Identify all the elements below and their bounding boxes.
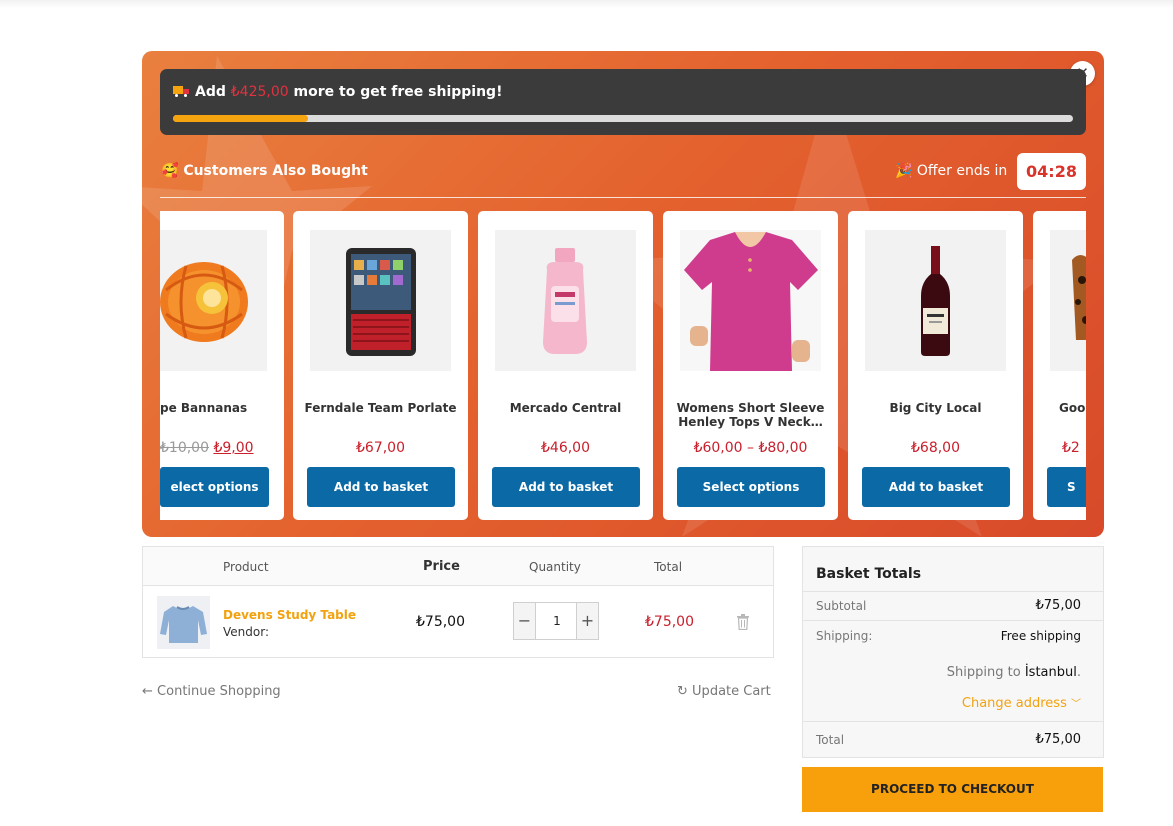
- product-image-vase[interactable]: [1050, 230, 1086, 371]
- product-image-oranges[interactable]: [160, 230, 267, 371]
- select-options-button[interactable]: Select options: [677, 467, 825, 507]
- shipping-to-city: İstanbul: [1024, 665, 1077, 680]
- party-popper-icon: 🎉: [895, 163, 913, 179]
- shipping-prefix: Add: [195, 84, 226, 100]
- product-card[interactable]: Mercado Central ₺46,00 Add to basket: [478, 211, 653, 520]
- add-to-basket-button[interactable]: Add to basket: [492, 467, 640, 507]
- product-card[interactable]: Big City Local ₺68,00 Add to basket: [848, 211, 1023, 520]
- product-price: ₺68,00: [911, 440, 960, 456]
- product-name[interactable]: Womens Short Sleeve Henley Tops V Neck…: [667, 401, 834, 429]
- product-image-pink-top[interactable]: [680, 230, 821, 371]
- header-price: Price: [423, 559, 460, 574]
- header-total: Total: [654, 560, 683, 574]
- sale-price: ₺9,00: [213, 440, 254, 456]
- cart-item-name[interactable]: Devens Study Table: [223, 608, 356, 622]
- shipping-progress-bar: [173, 115, 1073, 122]
- basket-totals-panel: Basket Totals Subtotal ₺75,00 Shipping: …: [802, 546, 1104, 758]
- subtotal-row: Subtotal ₺75,00: [803, 591, 1103, 620]
- cart-table: Product Price Quantity Total Devens Stud…: [142, 546, 774, 658]
- product-button[interactable]: S: [1047, 467, 1086, 507]
- quantity-input[interactable]: 1: [537, 603, 577, 639]
- countdown-timer: 04:28: [1017, 153, 1086, 190]
- change-address-link[interactable]: Change address ﹀: [962, 695, 1081, 711]
- free-shipping-message: Add ₺425,00 more to get free shipping!: [173, 84, 502, 100]
- add-to-basket-button[interactable]: Add to basket: [862, 467, 1010, 507]
- product-price: ₺2: [1062, 440, 1080, 456]
- product-carousel[interactable]: pe Bannanas ₺10,00 ₺9,00 elect options F…: [160, 211, 1086, 521]
- continue-shopping-label: Continue Shopping: [157, 684, 281, 699]
- shipping-to-prefix: Shipping to: [946, 665, 1021, 680]
- section-title-text: Customers Also Bought: [183, 163, 368, 179]
- shipping-amount: ₺425,00: [230, 84, 289, 100]
- shipping-destination: Shipping to İstanbul.: [946, 665, 1081, 680]
- product-card[interactable]: Womens Short Sleeve Henley Tops V Neck… …: [663, 211, 838, 520]
- select-options-button[interactable]: elect options: [160, 467, 269, 507]
- cart-item-price: ₺75,00: [416, 614, 465, 630]
- product-image-phone[interactable]: [310, 230, 451, 371]
- section-divider: [160, 197, 1086, 198]
- offer-countdown-label: 🎉 Offer ends in: [895, 163, 1007, 179]
- cart-item-total: ₺75,00: [645, 614, 694, 630]
- old-price: ₺10,00: [160, 440, 209, 456]
- product-price: ₺46,00: [541, 440, 590, 456]
- product-image-baby-lotion[interactable]: [495, 230, 636, 371]
- free-shipping-banner: [160, 69, 1086, 135]
- product-price: ₺67,00: [356, 440, 405, 456]
- shipping-value: Free shipping: [1000, 629, 1081, 643]
- refresh-icon: ↻: [677, 684, 688, 699]
- product-card[interactable]: pe Bannanas ₺10,00 ₺9,00 elect options: [160, 211, 284, 520]
- subtotal-label: Subtotal: [816, 599, 867, 613]
- product-price: ₺60,00 – ₺80,00: [693, 440, 808, 456]
- total-row: Total ₺75,00: [803, 721, 1103, 758]
- page-top-edge: [0, 0, 1173, 8]
- product-name[interactable]: Ferndale Team Porlate: [297, 401, 464, 415]
- product-name[interactable]: Goo: [1059, 401, 1086, 415]
- proceed-to-checkout-button[interactable]: PROCEED TO CHECKOUT: [802, 767, 1103, 812]
- product-name[interactable]: Big City Local: [852, 401, 1019, 415]
- product-card[interactable]: Ferndale Team Porlate ₺67,00 Add to bask…: [293, 211, 468, 520]
- shipping-label: Shipping:: [816, 629, 873, 643]
- add-to-basket-button[interactable]: Add to basket: [307, 467, 455, 507]
- customers-also-bought-title: 🥰 Customers Also Bought: [161, 163, 368, 179]
- cart-table-header: Product Price Quantity Total: [143, 547, 773, 586]
- quantity-stepper[interactable]: − 1 +: [513, 602, 599, 640]
- arrow-left-icon: ←: [142, 684, 153, 699]
- header-quantity: Quantity: [529, 560, 581, 574]
- cart-item-vendor: Vendor:: [223, 625, 269, 639]
- shipping-progress-fill: [173, 115, 308, 122]
- update-cart-button[interactable]: ↻ Update Cart: [677, 684, 771, 699]
- product-card[interactable]: Goo ₺2 S: [1033, 211, 1086, 520]
- product-image-wine-bottle[interactable]: [865, 230, 1006, 371]
- update-cart-label: Update Cart: [692, 684, 771, 699]
- trash-icon[interactable]: [736, 614, 750, 631]
- truck-icon: [173, 86, 189, 97]
- total-value: ₺75,00: [1035, 732, 1082, 747]
- basket-totals-title: Basket Totals: [816, 566, 922, 582]
- subtotal-value: ₺75,00: [1035, 598, 1082, 613]
- heart-face-icon: 🥰: [161, 163, 179, 179]
- continue-shopping-link[interactable]: ← Continue Shopping: [142, 684, 281, 699]
- product-name[interactable]: Mercado Central: [482, 401, 649, 415]
- chevron-down-icon: ﹀: [1071, 699, 1081, 710]
- cart-item-thumbnail[interactable]: [157, 596, 210, 649]
- increase-quantity-button[interactable]: +: [576, 603, 598, 639]
- shipping-suffix: more to get free shipping!: [293, 84, 503, 100]
- decrease-quantity-button[interactable]: −: [514, 603, 536, 639]
- total-label: Total: [816, 733, 845, 747]
- change-address-label: Change address: [961, 696, 1067, 711]
- offer-label-text: Offer ends in: [916, 163, 1008, 179]
- header-product: Product: [223, 560, 269, 574]
